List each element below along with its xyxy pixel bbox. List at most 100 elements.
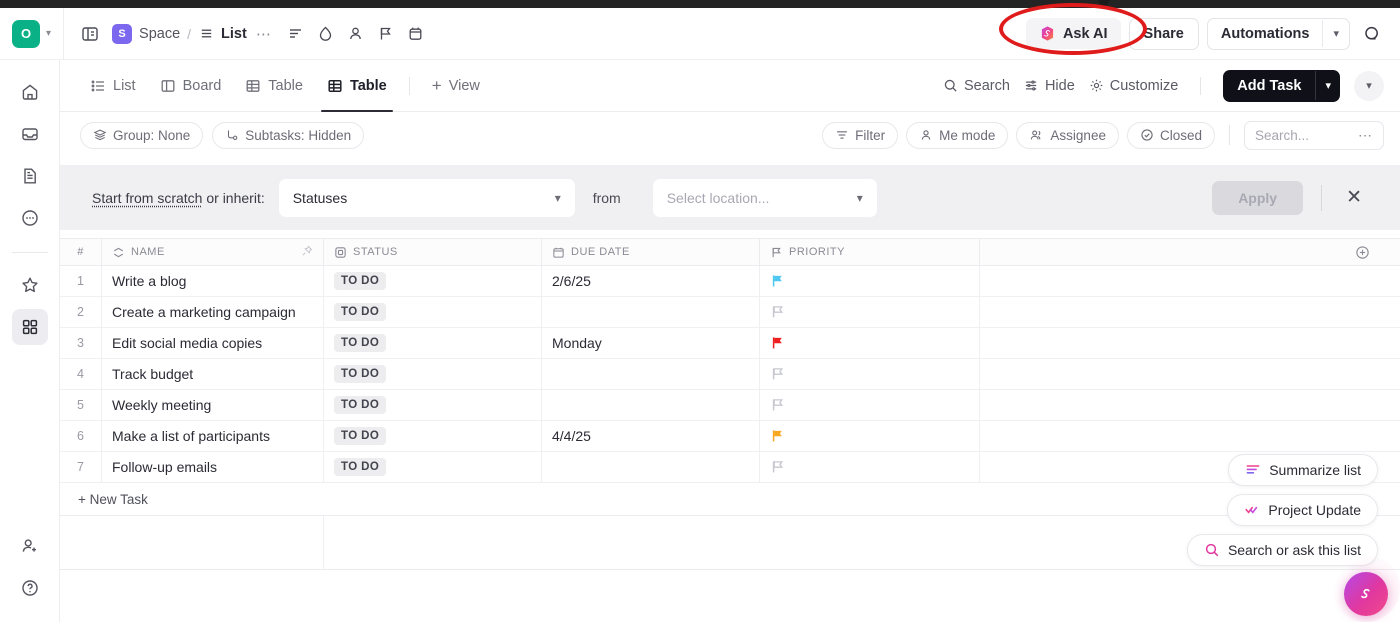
search-more-icon[interactable]: ⋯ [1358,127,1373,144]
project-update-button[interactable]: Project Update [1227,494,1378,526]
close-banner-icon[interactable]: ✕ [1340,186,1368,209]
row-due-date[interactable] [542,451,760,483]
table-row[interactable]: 5 Weekly meeting TO DO [60,389,1400,421]
row-priority-cell[interactable] [760,358,980,390]
sidebar-item-help[interactable] [12,570,48,606]
assignee-button[interactable]: Assignee [1016,121,1119,149]
row-due-date[interactable]: 4/4/25 [542,420,760,452]
person-icon[interactable] [342,20,370,48]
share-button[interactable]: Share [1128,17,1199,50]
table-row[interactable]: 6 Make a list of participants TO DO 4/4/25 [60,420,1400,452]
closed-button[interactable]: Closed [1126,121,1215,149]
view-search-button[interactable]: Search [943,78,1010,94]
row-priority-cell[interactable] [760,327,980,359]
row-status-cell[interactable]: TO DO [324,358,542,390]
row-priority-cell[interactable] [760,389,980,421]
row-task-name[interactable]: Weekly meeting [102,389,324,421]
list-lines-icon[interactable] [282,20,310,48]
sidebar-item-favorites[interactable] [12,267,48,303]
flag-icon[interactable] [372,20,400,48]
start-from-scratch-link[interactable]: Start from scratch [92,190,202,206]
droplet-icon[interactable] [312,20,340,48]
inherit-type-select[interactable]: Statuses ▾ [278,178,575,217]
apply-button[interactable]: Apply [1212,180,1304,215]
view-overflow-chevron-icon[interactable]: ▾ [1354,70,1384,101]
sidebar-item-home[interactable] [12,74,48,110]
sidebar-item-docs[interactable] [12,158,48,194]
column-header-priority[interactable]: PRIORITY [760,238,980,266]
row-due-date[interactable] [542,296,760,328]
table-row[interactable]: 3 Edit social media copies TO DO Monday [60,327,1400,359]
row-priority-cell[interactable] [760,265,980,297]
sidebar-item-inbox[interactable] [12,116,48,152]
row-priority-cell[interactable] [760,296,980,328]
tab-board[interactable]: Board [150,60,232,112]
subtasks-button[interactable]: Subtasks: Hidden [212,121,365,149]
row-due-date[interactable]: Monday [542,327,760,359]
ask-ai-button[interactable]: Ask AI [1025,18,1121,49]
row-status-cell[interactable]: TO DO [324,327,542,359]
new-task-row[interactable]: + New Task [60,483,1400,516]
row-due-date[interactable]: 2/6/25 [542,265,760,297]
sidebar-item-invite[interactable] [12,528,48,564]
row-task-name[interactable]: Make a list of participants [102,420,324,452]
column-header-add[interactable] [980,238,1400,266]
sidebar-item-dashboards[interactable] [11,309,48,345]
view-search-input[interactable]: Search... ⋯ [1244,120,1384,150]
tab-table-1[interactable]: Table [235,60,313,112]
filter-button[interactable]: Filter [822,121,899,149]
table-row[interactable]: 7 Follow-up emails TO DO [60,451,1400,483]
workspace-avatar[interactable]: O [12,19,40,48]
row-due-date[interactable] [542,358,760,390]
row-priority-cell[interactable] [760,451,980,483]
customize-button[interactable]: Customize [1089,77,1179,94]
row-status-cell[interactable]: TO DO [324,451,542,483]
row-priority-cell[interactable] [760,420,980,452]
location-select[interactable]: Select location... ▾ [652,178,877,217]
global-search-icon[interactable] [1358,20,1386,48]
list-icon [91,80,104,91]
breadcrumb-space-name[interactable]: Space [139,26,180,42]
me-mode-button[interactable]: Me mode [906,121,1009,149]
row-task-name[interactable]: Follow-up emails [102,451,324,483]
customize-label: Customize [1109,77,1179,94]
summarize-list-button[interactable]: Summarize list [1228,454,1378,486]
ai-floating-button[interactable] [1344,572,1388,616]
column-header-status[interactable]: STATUS [324,238,542,266]
breadcrumb-list-name[interactable]: List [221,26,247,42]
row-number: 4 [60,358,102,390]
space-badge[interactable]: S [112,23,133,44]
table-row[interactable]: 1 Write a blog TO DO 2/6/25 [60,265,1400,297]
row-status-cell[interactable]: TO DO [324,265,542,297]
row-status-cell[interactable]: TO DO [324,389,542,421]
add-view-button[interactable]: + View [422,60,490,112]
automations-chevron-down-icon[interactable]: ▾ [1322,20,1349,47]
breadcrumb-more-icon[interactable]: ⋯ [254,25,274,43]
panel-toggle-icon[interactable] [76,20,104,48]
status-badge: TO DO [334,365,387,383]
table-row[interactable]: 4 Track budget TO DO [60,358,1400,390]
table-row[interactable]: 2 Create a marketing campaign TO DO [60,296,1400,328]
row-due-date[interactable] [542,389,760,421]
hide-button[interactable]: Hide [1024,78,1075,94]
column-header-due-date[interactable]: DUE DATE [542,238,760,266]
automations-button[interactable]: Automations [1208,19,1323,49]
sidebar-item-more[interactable] [12,200,48,236]
row-number: 2 [60,296,102,328]
group-by-button[interactable]: Group: None [80,121,204,149]
add-task-chevron-down-icon[interactable]: ▾ [1315,71,1340,100]
row-number: 7 [60,451,102,483]
row-task-name[interactable]: Write a blog [102,265,324,297]
row-task-name[interactable]: Create a marketing campaign [102,296,324,328]
column-header-name[interactable]: NAME [102,238,324,266]
row-status-cell[interactable]: TO DO [324,420,542,452]
pin-icon[interactable] [301,245,313,260]
add-task-button[interactable]: Add Task [1223,70,1315,102]
calendar-icon[interactable] [402,20,430,48]
tab-list[interactable]: List [80,60,146,112]
tab-table-2[interactable]: Table [317,60,397,112]
row-task-name[interactable]: Track budget [102,358,324,390]
row-task-name[interactable]: Edit social media copies [102,327,324,359]
workspace-chevron-down-icon[interactable]: ▾ [46,28,51,39]
row-status-cell[interactable]: TO DO [324,296,542,328]
